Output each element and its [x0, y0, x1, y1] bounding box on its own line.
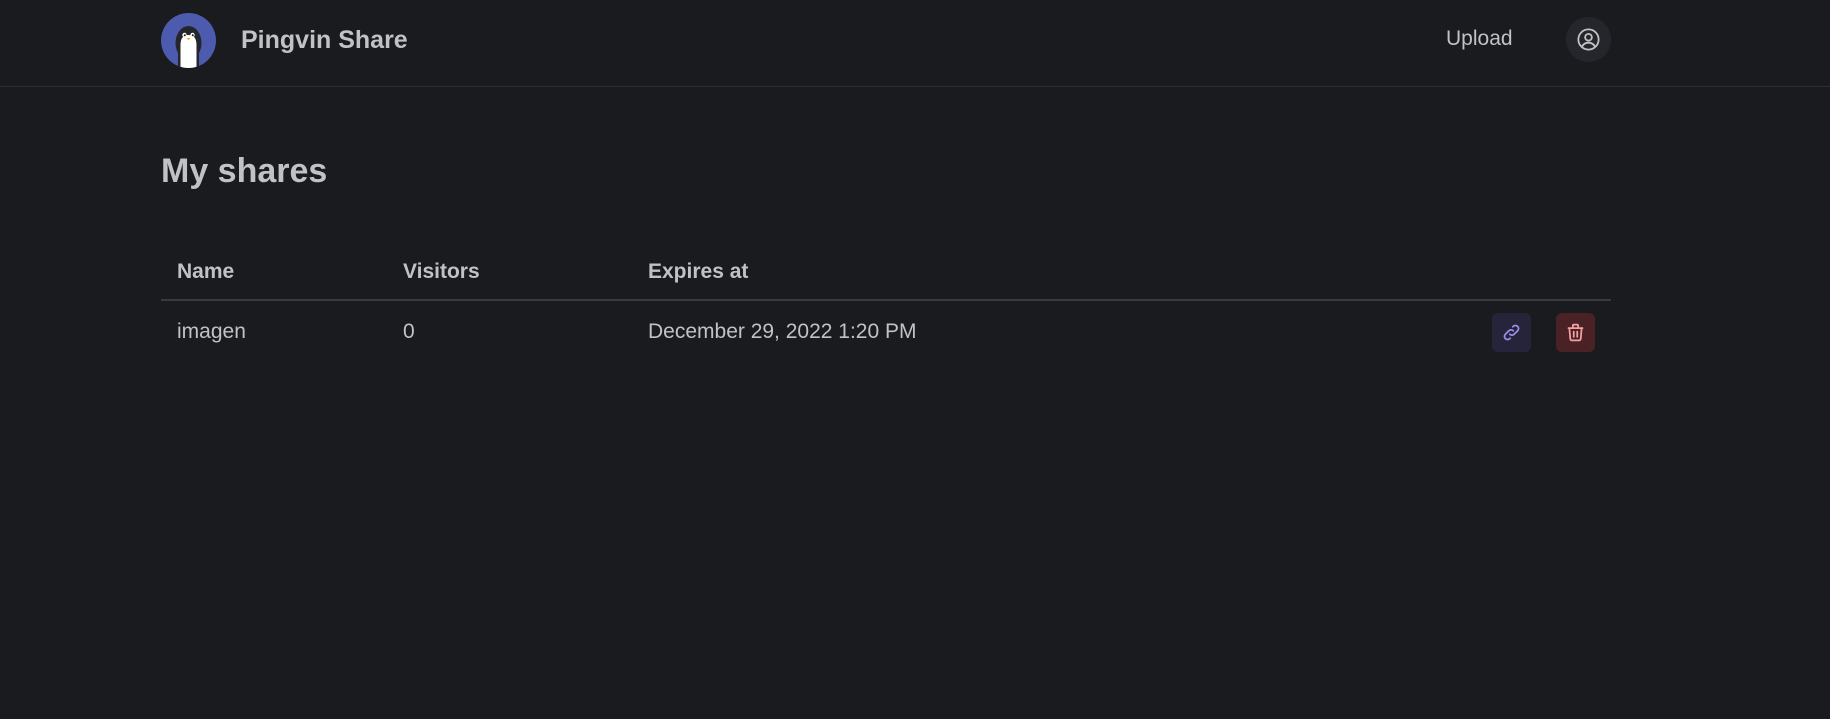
- upload-link[interactable]: Upload: [1446, 27, 1513, 51]
- app-name: Pingvin Share: [241, 26, 408, 54]
- share-name: imagen: [177, 320, 246, 343]
- user-circle-icon: [1577, 28, 1600, 51]
- share-expires-at: December 29, 2022 1:20 PM: [648, 320, 917, 343]
- column-header-expires: Expires at: [648, 260, 749, 283]
- user-menu-button[interactable]: [1566, 17, 1611, 62]
- link-icon: [1503, 324, 1520, 341]
- table-row: imagen 0 December 29, 2022 1:20 PM: [161, 301, 1611, 365]
- trash-icon: [1567, 323, 1584, 342]
- copy-link-button[interactable]: [1492, 313, 1531, 352]
- penguin-logo-icon: [161, 13, 216, 68]
- share-visitors: 0: [403, 320, 415, 343]
- app-header: Pingvin Share Upload: [0, 0, 1830, 87]
- delete-share-button[interactable]: [1556, 313, 1595, 352]
- shares-table: Name Visitors Expires at imagen 0 Decemb…: [161, 250, 1611, 365]
- page-title: My shares: [161, 152, 328, 190]
- column-header-name: Name: [177, 260, 235, 283]
- column-header-visitors: Visitors: [403, 260, 480, 283]
- table-header: Name Visitors Expires at: [161, 250, 1611, 301]
- brand-link[interactable]: Pingvin Share: [161, 13, 408, 68]
